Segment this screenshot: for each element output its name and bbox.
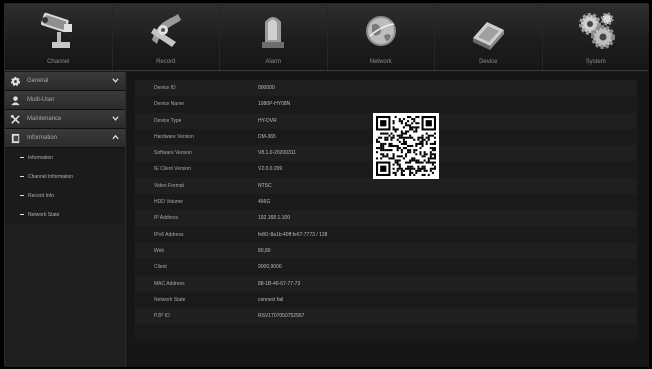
info-key: IPv6 Address <box>154 231 184 238</box>
tab-channel[interactable]: Channel <box>5 4 113 70</box>
info-key: IP Address <box>154 215 179 222</box>
bullet-dash <box>20 214 24 215</box>
tab-alarm-label: Alarm <box>265 59 282 65</box>
info-value: 88-1B-40-67-77-73 <box>258 280 301 287</box>
sidebar-item-label: Information <box>27 135 58 141</box>
table-row: IP Address 192.168.1.100 <box>135 210 637 227</box>
tab-network[interactable]: Network <box>328 4 435 70</box>
tab-network-label: Network <box>369 59 392 65</box>
information-panel: Device ID 000000 Device Name 1080P-HY08N Dev… <box>127 72 649 367</box>
table-row: Device ID 000000 <box>135 80 637 97</box>
info-value: fe80::8a1b:40ff:fe67:7773 / 128 <box>258 231 328 238</box>
tools-icon <box>10 114 20 124</box>
film-reel-icon <box>150 14 181 47</box>
tab-system-label: System <box>585 59 606 65</box>
table-row: IPv6 Address fe80::8a1b:40ff:fe67:7773 / … <box>135 226 637 243</box>
info-value: 000000 <box>258 85 275 91</box>
tab-channel-label: Channel <box>47 59 70 65</box>
settings-sidebar: General Multi-User Maintenance Informati… <box>5 72 126 367</box>
info-key: Video Format <box>154 182 184 189</box>
alarm-light-icon <box>262 17 285 48</box>
qr-code <box>373 113 439 179</box>
tab-record-label: Record <box>156 59 176 65</box>
bullet-dash <box>20 176 24 177</box>
info-value: 80,80 <box>258 247 271 254</box>
info-value: 1080P-HY08N <box>258 101 291 108</box>
tab-device-label: Device <box>479 59 498 65</box>
qr-code-icon <box>376 116 436 176</box>
info-key: IE Client Version <box>154 166 191 173</box>
dvr-settings-window: Channel Record Alarm Network Device Syst… <box>4 3 649 367</box>
main-tab-bar: Channel Record Alarm Network Device Syst… <box>5 4 649 71</box>
tab-system[interactable]: System <box>543 4 650 70</box>
submenu-item-network-state[interactable]: Network State <box>5 205 125 224</box>
info-key: HDD Volume <box>154 199 183 206</box>
hard-drive-icon <box>473 22 505 50</box>
submenu-item-label: Information <box>28 155 54 161</box>
submenu-item-label: Record Info <box>28 193 54 199</box>
user-icon <box>11 96 20 106</box>
sidebar-item-label: Multi-User <box>27 97 55 103</box>
info-value: connect fail <box>258 296 284 303</box>
tab-device[interactable]: Device <box>435 4 543 70</box>
info-value: 192.168.1.100 <box>258 215 290 222</box>
chevron-up-icon <box>112 134 119 140</box>
info-value: V8.1.0-20200311 <box>258 150 296 157</box>
table-row: MAC Address 88-1B-40-67-77-73 <box>135 275 637 292</box>
submenu-item-channel-information[interactable]: Channel Information <box>5 167 125 186</box>
table-row: Client 9000,9000 <box>135 259 637 276</box>
table-row <box>135 324 637 341</box>
table-row: Device Name 1080P-HY08N <box>135 96 637 113</box>
info-key: Software Version <box>154 150 192 157</box>
sidebar-item-label: General <box>27 78 49 84</box>
info-key: Hardware Version <box>154 133 194 140</box>
info-value: 9000,9000 <box>258 264 282 271</box>
submenu-item-label: Channel Information <box>28 174 74 180</box>
sidebar-item-multi-user[interactable]: Multi-User <box>5 91 125 110</box>
table-row: Web 80,80 <box>135 242 637 260</box>
sidebar-item-maintenance[interactable]: Maintenance <box>5 110 125 129</box>
submenu-item-label: Network State <box>28 212 60 218</box>
submenu-item-record-info[interactable]: Record Info <box>5 186 125 205</box>
info-key: Device ID <box>154 85 176 91</box>
info-key: P2P ID <box>154 313 170 320</box>
gear-icon <box>10 76 21 87</box>
info-key: Device Name <box>154 101 185 108</box>
info-key: MAC Address <box>154 280 185 287</box>
chevron-down-icon <box>112 116 119 121</box>
information-submenu: Information Channel Information Record I… <box>5 148 125 224</box>
table-row: HDD Volume 466G <box>135 194 637 211</box>
info-key: Client <box>154 264 167 271</box>
info-value: NTSC <box>258 182 272 189</box>
table-row: Network State connect fail <box>135 291 637 309</box>
info-value: DM-365 <box>258 133 276 140</box>
bullet-dash <box>20 157 24 158</box>
info-value: RSV1707050752567 <box>258 313 305 320</box>
info-value: HY-DVR <box>258 117 277 124</box>
table-row: P2P ID RSV1707050752567 <box>135 308 637 325</box>
info-value: 466G <box>258 199 271 206</box>
info-key: Web <box>154 247 165 254</box>
info-key: Network State <box>154 296 186 303</box>
info-key: Device Type <box>154 117 182 124</box>
chevron-down-icon <box>112 78 119 83</box>
sidebar-item-information[interactable]: Information <box>5 129 125 148</box>
gears-icon <box>578 12 615 49</box>
globe-icon <box>365 16 396 46</box>
sidebar-item-general[interactable]: General <box>5 72 125 91</box>
info-book-icon <box>11 133 20 144</box>
sidebar-item-label: Maintenance <box>27 116 62 122</box>
submenu-item-information[interactable]: Information <box>5 148 125 167</box>
tab-record[interactable]: Record <box>113 4 220 70</box>
tab-alarm[interactable]: Alarm <box>220 4 328 70</box>
bullet-dash <box>20 195 24 196</box>
info-value: V2.0.0.209 <box>258 166 283 173</box>
camera-icon <box>41 12 73 48</box>
